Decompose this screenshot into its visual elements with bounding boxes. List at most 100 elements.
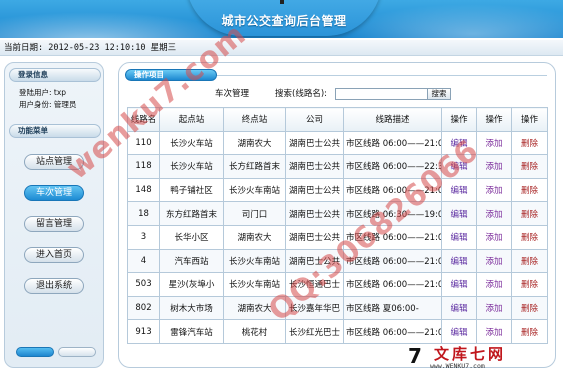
end-station: 长沙火车南站 xyxy=(223,177,286,203)
wenku7-logo: 7 文库七网 www.WENKU7.com xyxy=(406,342,560,372)
add-link[interactable]: 添加 xyxy=(476,224,512,250)
menu-station-management[interactable]: 站点管理 xyxy=(24,154,84,170)
route-description: 市区线路 06:00——21:00 xyxy=(343,130,442,156)
end-station: 湖南农大 xyxy=(223,130,286,156)
edit-link[interactable]: 编辑 xyxy=(441,295,477,321)
route-table: 线路名 起点站 终点站 公司 线路描述 操作 操作 操作 110 长沙火车站 湖南农大 湖南巴士公共… xyxy=(127,107,548,344)
end-station: 长沙火车南站 xyxy=(223,248,286,274)
route-description: 市区线路 06:00——21:00 xyxy=(343,177,442,203)
add-link[interactable]: 添加 xyxy=(476,130,512,156)
delete-link[interactable]: 删除 xyxy=(511,154,548,179)
search-button[interactable]: 搜索 xyxy=(427,88,451,100)
add-link[interactable]: 添加 xyxy=(476,295,512,321)
end-station: 司门口 xyxy=(223,201,286,226)
menu-route-management[interactable]: 车次管理 xyxy=(24,185,84,201)
column-header: 操作 xyxy=(476,107,512,132)
route-number: 110 xyxy=(127,130,160,156)
table-row: 18 东方红路首末 司门口 湖南巴士公共 市区线路 06:30——19:00 编辑 添加 删除 xyxy=(127,201,548,226)
route-number: 118 xyxy=(127,154,160,179)
sidebar-footer-segment[interactable] xyxy=(58,347,96,357)
add-link[interactable]: 添加 xyxy=(476,177,512,203)
start-station: 星沙(灰埠小 xyxy=(159,272,224,297)
route-number: 503 xyxy=(127,272,160,297)
company: 湖南巴士公共 xyxy=(285,177,344,203)
delete-link[interactable]: 删除 xyxy=(511,130,548,156)
route-number: 148 xyxy=(127,177,160,203)
route-number: 4 xyxy=(127,248,160,274)
start-station: 汽车西站 xyxy=(159,248,224,274)
route-number: 3 xyxy=(127,224,160,250)
logo-name: 文库七网 xyxy=(434,345,507,363)
add-link[interactable]: 添加 xyxy=(476,201,512,226)
add-link[interactable]: 添加 xyxy=(476,272,512,297)
search-label: 搜索(线路名): xyxy=(275,89,327,99)
menu-logout[interactable]: 退出系统 xyxy=(24,278,84,294)
main-panel: 操作项目 车次管理 搜索(线路名): 搜索 线路名 起点站 终点站 公司 线路描述 操作操… xyxy=(118,62,556,368)
logo-mark: 7 xyxy=(408,344,422,368)
end-station: 湖南农大 xyxy=(223,224,286,250)
delete-link[interactable]: 删除 xyxy=(511,272,548,297)
start-station: 东方红路首末 xyxy=(159,201,224,226)
delete-link[interactable]: 删除 xyxy=(511,295,548,321)
table-row: 503 星沙(灰埠小 长沙火车南站 长沙恒通巴士 市区线路 06:00——21:00 编辑… xyxy=(127,272,548,297)
route-description: 市区线路 06:00——21:00 xyxy=(343,272,442,297)
edit-link[interactable]: 编辑 xyxy=(441,272,477,297)
company: 湖南巴士公共 xyxy=(285,154,344,179)
table-row: 148 鸭子铺社区 长沙火车南站 湖南巴士公共 市区线路 06:00——21:00 编辑添… xyxy=(127,177,548,203)
table-row: 913 雷锋汽车站 桃花村 长沙红光巴士 市区线路 06:00——21:00 编辑 添加 删除 xyxy=(127,319,548,344)
menu-go-home[interactable]: 进入首页 xyxy=(24,247,84,263)
table-row: 118 长沙火车站 长方红路首末 湖南巴士公共 市区线路 06:00——22:30 编辑添… xyxy=(127,154,548,179)
route-description: 市区线路 06:30——19:00 xyxy=(343,201,442,226)
route-description: 市区线路 06:00——21:00 xyxy=(343,224,442,250)
add-link[interactable]: 添加 xyxy=(476,154,512,179)
delete-link[interactable]: 删除 xyxy=(511,201,548,226)
add-link[interactable]: 添加 xyxy=(476,248,512,274)
end-station: 长沙火车南站 xyxy=(223,272,286,297)
edit-link[interactable]: 编辑 xyxy=(441,130,477,156)
route-number: 18 xyxy=(127,201,160,226)
function-menu-heading: 功能菜单 xyxy=(9,124,101,138)
logo-url: www.WENKU7.com xyxy=(430,362,485,370)
route-description: 市区线路 06:00——21:00 xyxy=(343,319,442,344)
table-row: 3 长华小区 湖南农大 湖南巴士公共 市区线路 06:00——21:00 编辑 添加 删除 xyxy=(127,224,548,250)
edit-link[interactable]: 编辑 xyxy=(441,154,477,179)
delete-link[interactable]: 删除 xyxy=(511,224,548,250)
login-info: 登陆用户: txp 用户身份: 管理员 xyxy=(19,87,76,111)
edit-link[interactable]: 编辑 xyxy=(441,248,477,274)
column-header: 起点站 xyxy=(159,107,224,132)
sidebar-footer-toggle xyxy=(16,347,96,357)
route-description: 市区线路 夏06:00- xyxy=(343,295,442,321)
edit-link[interactable]: 编辑 xyxy=(441,201,477,226)
table-header-row: 线路名 起点站 终点站 公司 线路描述 操作 操作 操作 xyxy=(127,107,548,132)
delete-link[interactable]: 删除 xyxy=(511,248,548,274)
edit-link[interactable]: 编辑 xyxy=(441,177,477,203)
app-header: 城市公交查询后台管理 xyxy=(0,0,563,38)
sidebar-footer-segment-active[interactable] xyxy=(16,347,54,357)
section-heading-rule xyxy=(217,75,547,76)
delete-link[interactable]: 删除 xyxy=(511,177,548,203)
add-link[interactable]: 添加 xyxy=(476,319,512,344)
table-row: 110 长沙火车站 湖南农大 湖南巴士公共 市区线路 06:00——21:00 编辑 添加删… xyxy=(127,130,548,156)
company: 湖南巴士公共 xyxy=(285,248,344,274)
edit-link[interactable]: 编辑 xyxy=(441,319,477,344)
company: 长沙嘉年华巴 xyxy=(285,295,344,321)
start-station: 雷锋汽车站 xyxy=(159,319,224,344)
start-station: 长华小区 xyxy=(159,224,224,250)
edit-link[interactable]: 编辑 xyxy=(441,224,477,250)
start-station: 长沙火车站 xyxy=(159,130,224,156)
company: 湖南巴士公共 xyxy=(285,224,344,250)
sidebar: 登录信息 登陆用户: txp 用户身份: 管理员 功能菜单 站点管理 车次管理 … xyxy=(4,62,104,368)
route-number: 802 xyxy=(127,295,160,321)
column-header: 操作 xyxy=(441,107,477,132)
company: 湖南巴士公共 xyxy=(285,130,344,156)
delete-link[interactable]: 删除 xyxy=(511,319,548,344)
route-search-input[interactable] xyxy=(335,88,431,100)
end-station: 湖南农大 xyxy=(223,295,286,321)
column-header: 线路名 xyxy=(127,107,160,132)
menu-message-management[interactable]: 留言管理 xyxy=(24,216,84,232)
login-info-heading: 登录信息 xyxy=(9,68,101,82)
start-station: 树木大市场 xyxy=(159,295,224,321)
current-date-bar: 当前日期: 2012-05-23 12:10:10 星期三 xyxy=(0,40,563,56)
column-header: 操作 xyxy=(511,107,548,132)
column-header: 终点站 xyxy=(223,107,286,132)
